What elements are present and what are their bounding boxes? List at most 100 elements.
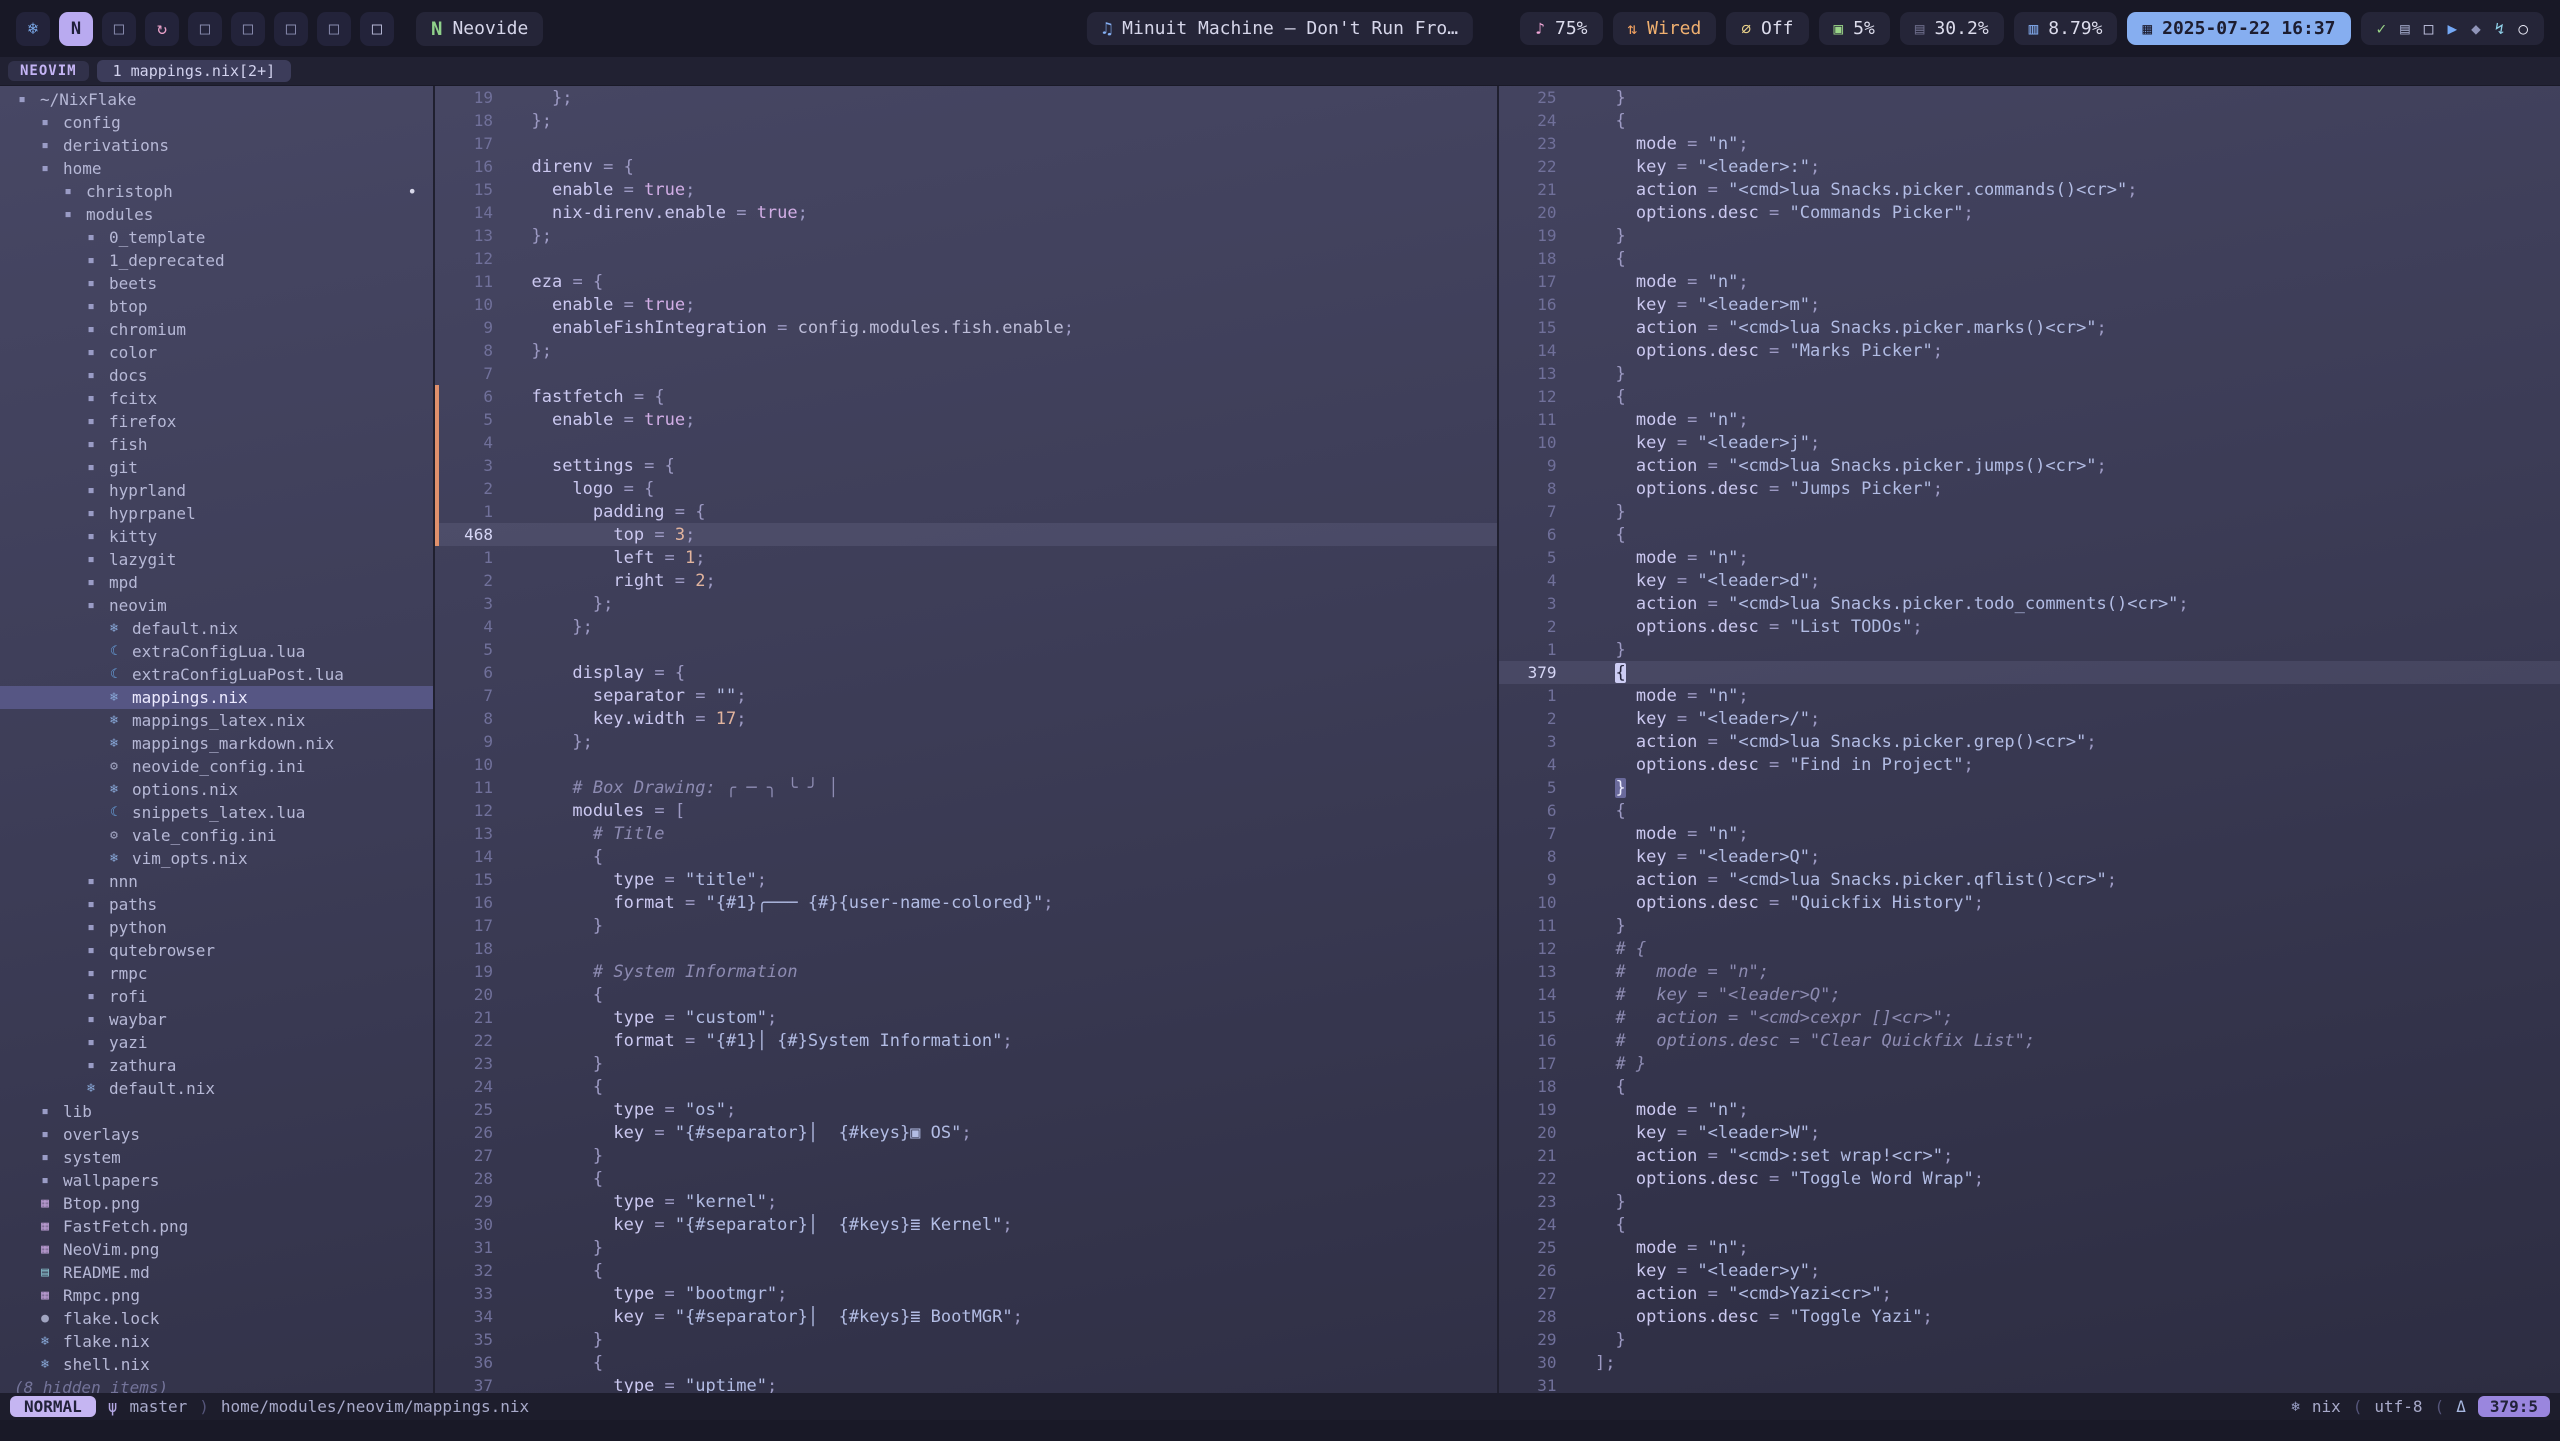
tree-item-snippets_latex.lua[interactable]: ☾snippets_latex.lua [0, 801, 433, 824]
code-line[interactable]: 26 key = "{#separator}│ {#keys}▣ OS"; [435, 1121, 1497, 1144]
tray-icon-check[interactable]: ✓ [2377, 19, 2387, 38]
code-line[interactable]: 6 display = { [435, 661, 1497, 684]
tree-item-overlays[interactable]: ▪overlays [0, 1123, 433, 1146]
code-line[interactable]: 20 key = "<leader>W"; [1499, 1121, 2560, 1144]
tree-item-lib[interactable]: ▪lib [0, 1100, 433, 1123]
neovide-app-module[interactable]: N Neovide [416, 12, 543, 46]
workspace-5[interactable]: □ [188, 12, 222, 46]
code-line[interactable]: 1 mode = "n"; [1499, 684, 2560, 707]
code-line[interactable]: 10 enable = true; [435, 293, 1497, 316]
code-line[interactable]: 17 } [435, 914, 1497, 937]
code-line[interactable]: 31 [1499, 1374, 2560, 1393]
tree-item-rmpc[interactable]: ▪rmpc [0, 962, 433, 985]
tree-item-waybar[interactable]: ▪waybar [0, 1008, 433, 1031]
cpu-module[interactable]: ▥8.79% [2014, 12, 2118, 45]
workspace-6[interactable]: □ [231, 12, 265, 46]
code-line[interactable]: 9 enableFishIntegration = config.modules… [435, 316, 1497, 339]
code-line[interactable]: 22 options.desc = "Toggle Word Wrap"; [1499, 1167, 2560, 1190]
tray-icon-telegram[interactable]: ▶ [2447, 19, 2457, 38]
tray-icon-power[interactable]: ↯ [2495, 19, 2505, 38]
code-line[interactable]: 23 } [435, 1052, 1497, 1075]
code-line[interactable]: 16 direnv = { [435, 155, 1497, 178]
code-line[interactable]: 10 key = "<leader>j"; [1499, 431, 2560, 454]
music-player-module[interactable]: ♫ Minuit Machine – Don't Run Fro… [1087, 12, 1473, 45]
code-line[interactable]: 25 } [1499, 86, 2560, 109]
tree-item-config[interactable]: ▪config [0, 111, 433, 134]
code-line[interactable]: 23 } [1499, 1190, 2560, 1213]
tree-item-default.nix[interactable]: ❄default.nix [0, 1077, 433, 1100]
tree-item-color[interactable]: ▪color [0, 341, 433, 364]
code-line[interactable]: 9 }; [435, 730, 1497, 753]
code-line[interactable]: 4 }; [435, 615, 1497, 638]
tree-item-fish[interactable]: ▪fish [0, 433, 433, 456]
code-line[interactable]: 8 options.desc = "Jumps Picker"; [1499, 477, 2560, 500]
tree-item-hyprland[interactable]: ▪hyprland [0, 479, 433, 502]
code-line[interactable]: 13 } [1499, 362, 2560, 385]
cmdline-area[interactable] [0, 1420, 2560, 1441]
tree-item-paths[interactable]: ▪paths [0, 893, 433, 916]
code-line[interactable]: 27 } [435, 1144, 1497, 1167]
tree-item-mappings.nix[interactable]: ❄mappings.nix [0, 686, 433, 709]
tree-item-extraConfigLua.lua[interactable]: ☾extraConfigLua.lua [0, 640, 433, 663]
code-line[interactable]: 15 # action = "<cmd>cexpr []<cr>"; [1499, 1006, 2560, 1029]
code-line[interactable]: 12 modules = [ [435, 799, 1497, 822]
tree-item-Rmpc.png[interactable]: ▦Rmpc.png [0, 1284, 433, 1307]
tree-item-docs[interactable]: ▪docs [0, 364, 433, 387]
tree-item-vale_config.ini[interactable]: ⚙vale_config.ini [0, 824, 433, 847]
code-line[interactable]: 17 # } [1499, 1052, 2560, 1075]
code-line[interactable]: 24 { [1499, 109, 2560, 132]
tree-item-lazygit[interactable]: ▪lazygit [0, 548, 433, 571]
code-line[interactable]: 28 { [435, 1167, 1497, 1190]
code-line[interactable]: 19 }; [435, 86, 1497, 109]
tree-item-mpd[interactable]: ▪mpd [0, 571, 433, 594]
tray-icon-widget[interactable]: ◆ [2471, 19, 2481, 38]
code-line[interactable]: 24 { [1499, 1213, 2560, 1236]
tree-item-extraConfigLuaPost.lua[interactable]: ☾extraConfigLuaPost.lua [0, 663, 433, 686]
code-line[interactable]: 16 # options.desc = "Clear Quickfix List… [1499, 1029, 2560, 1052]
code-line[interactable]: 36 { [435, 1351, 1497, 1374]
tree-item-default.nix[interactable]: ❄default.nix [0, 617, 433, 640]
tray-icon-keyboard[interactable]: ▤ [2400, 19, 2410, 38]
tray-icon-bell[interactable]: ○ [2518, 19, 2528, 38]
code-line[interactable]: 2 right = 2; [435, 569, 1497, 592]
code-line[interactable]: 8 key = "<leader>Q"; [1499, 845, 2560, 868]
workspace-2[interactable]: N [59, 12, 93, 46]
code-line[interactable]: 379 { [1499, 661, 2560, 684]
code-line[interactable]: 18 { [1499, 1075, 2560, 1098]
code-line[interactable]: 14 options.desc = "Marks Picker"; [1499, 339, 2560, 362]
memory-module[interactable]: ▤30.2% [1900, 12, 2004, 45]
code-line[interactable]: 25 type = "os"; [435, 1098, 1497, 1121]
code-line[interactable]: 2 logo = { [435, 477, 1497, 500]
code-line[interactable]: 6 fastfetch = { [435, 385, 1497, 408]
code-line[interactable]: 22 format = "{#1}│ {#}System Information… [435, 1029, 1497, 1052]
code-line[interactable]: 20 { [435, 983, 1497, 1006]
clock-module[interactable]: ▦2025-07-22 16:37 [2127, 12, 2350, 45]
code-line[interactable]: 18 [435, 937, 1497, 960]
tree-item-neovim[interactable]: ▪neovim [0, 594, 433, 617]
code-line[interactable]: 1 } [1499, 638, 2560, 661]
network-module[interactable]: ⇅Wired [1613, 12, 1717, 45]
code-line[interactable]: 3 settings = { [435, 454, 1497, 477]
tree-item-rofi[interactable]: ▪rofi [0, 985, 433, 1008]
code-line[interactable]: 25 mode = "n"; [1499, 1236, 2560, 1259]
code-line[interactable]: 13 # Title [435, 822, 1497, 845]
code-line[interactable]: 3 action = "<cmd>lua Snacks.picker.todo_… [1499, 592, 2560, 615]
code-line[interactable]: 29 type = "kernel"; [435, 1190, 1497, 1213]
code-line[interactable]: 2 options.desc = "List TODOs"; [1499, 615, 2560, 638]
tree-item-FastFetch.png[interactable]: ▦FastFetch.png [0, 1215, 433, 1238]
code-line[interactable]: 3 }; [435, 592, 1497, 615]
code-line[interactable]: 11 eza = { [435, 270, 1497, 293]
tree-item-zathura[interactable]: ▪zathura [0, 1054, 433, 1077]
notifications-module[interactable]: ∅Off [1726, 12, 1808, 45]
code-line[interactable]: 9 action = "<cmd>lua Snacks.picker.jumps… [1499, 454, 2560, 477]
tree-item-fcitx[interactable]: ▪fcitx [0, 387, 433, 410]
tree-item-modules[interactable]: ▪modules [0, 203, 433, 226]
code-line[interactable]: 7 separator = ""; [435, 684, 1497, 707]
code-line[interactable]: 35 } [435, 1328, 1497, 1351]
tree-item-btop[interactable]: ▪btop [0, 295, 433, 318]
tree-item-qutebrowser[interactable]: ▪qutebrowser [0, 939, 433, 962]
code-line[interactable]: 13 }; [435, 224, 1497, 247]
code-line[interactable]: 37 type = "uptime"; [435, 1374, 1497, 1393]
tree-item-mappings_latex.nix[interactable]: ❄mappings_latex.nix [0, 709, 433, 732]
code-line[interactable]: 4 key = "<leader>d"; [1499, 569, 2560, 592]
